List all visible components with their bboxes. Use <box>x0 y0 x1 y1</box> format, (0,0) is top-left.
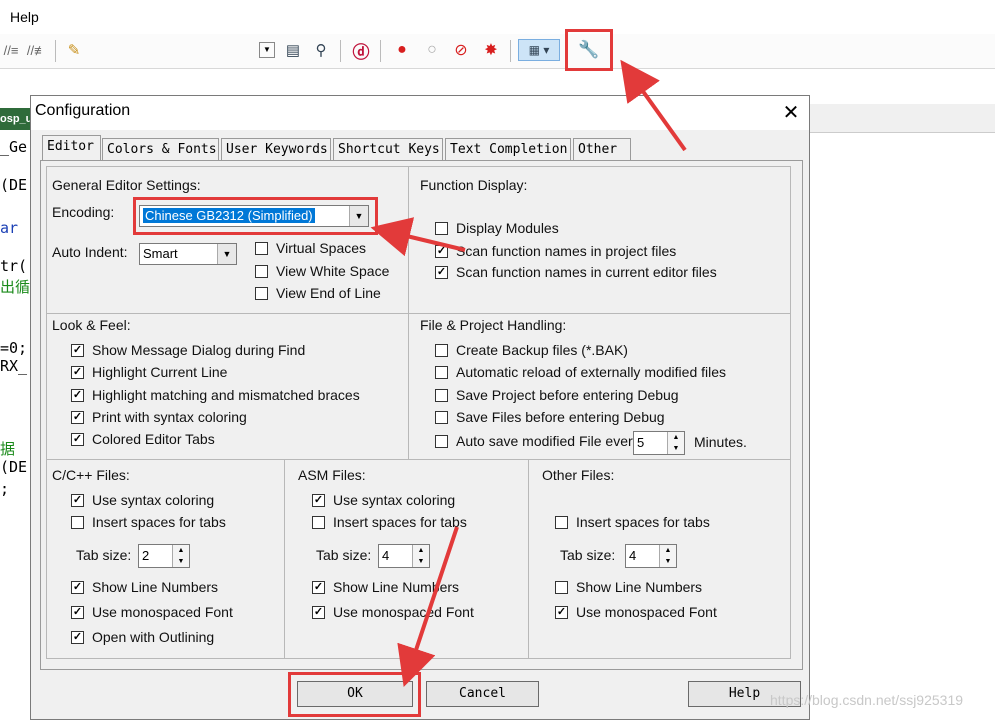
arrow-to-wrench <box>620 59 687 152</box>
arrow-to-ok <box>397 526 459 687</box>
annotation-arrows <box>370 59 687 687</box>
arrow-to-encoding <box>370 217 466 257</box>
